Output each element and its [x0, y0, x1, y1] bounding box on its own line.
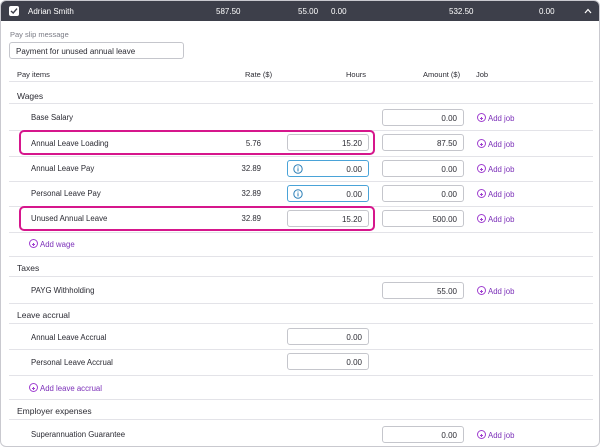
employee-gross: 587.50 — [216, 7, 241, 16]
plus-circle-icon — [477, 113, 486, 122]
amount-input-superannuation-guarantee[interactable]: 0.00 — [382, 426, 464, 443]
plus-circle-icon — [477, 139, 486, 148]
add-leave-accrual-link[interactable]: Add leave accrual — [29, 383, 102, 393]
divider — [9, 103, 593, 104]
add-job-link[interactable]: Add job — [477, 430, 514, 440]
divider — [9, 156, 593, 157]
divider — [9, 81, 593, 82]
rate-personal-leave-pay: 32.89 — [241, 189, 261, 198]
amount-input-annual-leave-loading[interactable]: 87.50 — [382, 134, 464, 151]
employee-name: Adrian Smith — [28, 7, 74, 16]
wage-label-unused-annual-leave: Unused Annual Leave — [31, 214, 108, 223]
divider — [9, 276, 593, 277]
divider — [9, 399, 593, 400]
hours-input-annual-leave-pay[interactable]: 0.00 — [287, 160, 369, 177]
payslip-message-input[interactable]: Payment for unused annual leave — [9, 42, 184, 59]
amount-input-annual-leave-pay[interactable]: 0.00 — [382, 160, 464, 177]
employee-header-row[interactable]: Adrian Smith 587.50 55.00 0.00 532.50 0.… — [1, 1, 599, 21]
expense-label-superannuation-guarantee: Superannuation Guarantee — [31, 430, 126, 439]
employee-deductions: 0.00 — [331, 7, 347, 16]
amount-input-base-salary[interactable]: 0.00 — [382, 109, 464, 126]
section-wages: Wages — [17, 91, 44, 101]
column-hours: Hours — [346, 70, 367, 79]
plus-circle-icon — [477, 286, 486, 295]
rate-annual-leave-pay: 32.89 — [241, 164, 261, 173]
hours-input-personal-leave-pay[interactable]: 0.00 — [287, 185, 369, 202]
wage-label-personal-leave-pay: Personal Leave Pay — [31, 189, 101, 198]
employee-net: 532.50 — [449, 7, 474, 16]
add-job-link[interactable]: Add job — [477, 286, 514, 296]
hours-input-annual-leave-accrual[interactable]: 0.00 — [287, 328, 369, 345]
info-icon[interactable] — [293, 164, 303, 174]
divider — [9, 256, 593, 257]
payslip-message-value: Payment for unused annual leave — [16, 47, 136, 56]
plus-circle-icon — [477, 430, 486, 439]
section-taxes: Taxes — [17, 263, 40, 273]
plus-circle-icon — [477, 164, 486, 173]
add-wage-link[interactable]: Add wage — [29, 239, 75, 249]
section-leave-accrual: Leave accrual — [17, 310, 70, 320]
employee-tax: 55.00 — [298, 7, 319, 16]
plus-circle-icon — [477, 214, 486, 223]
rate-unused-annual-leave: 32.89 — [241, 214, 261, 223]
divider — [9, 323, 593, 324]
plus-circle-icon — [477, 189, 486, 198]
rate-annual-leave-loading: 5.76 — [245, 139, 261, 148]
add-job-link[interactable]: Add job — [477, 164, 514, 174]
divider — [9, 349, 593, 350]
divider — [9, 181, 593, 182]
column-pay-items: Pay items — [17, 70, 50, 79]
leave-label-personal-leave-accrual: Personal Leave Accrual — [31, 358, 113, 367]
amount-input-personal-leave-pay[interactable]: 0.00 — [382, 185, 464, 202]
column-job: Job — [476, 70, 489, 79]
hours-input-annual-leave-loading[interactable]: 15.20 — [287, 134, 369, 151]
amount-input-payg-withholding[interactable]: 55.00 — [382, 282, 464, 299]
column-rate: Rate ($) — [245, 70, 273, 79]
employee-super: 0.00 — [539, 7, 555, 16]
amount-input-unused-annual-leave[interactable]: 500.00 — [382, 210, 464, 227]
chevron-up-icon[interactable] — [584, 7, 592, 16]
wage-label-annual-leave-loading: Annual Leave Loading — [31, 139, 109, 148]
add-job-link[interactable]: Add job — [477, 113, 514, 123]
divider — [9, 375, 593, 376]
divider — [9, 232, 593, 233]
plus-circle-icon — [29, 383, 38, 392]
checkbox-checked-icon[interactable] — [9, 6, 19, 16]
column-amount: Amount ($) — [423, 70, 461, 79]
info-icon[interactable] — [293, 189, 303, 199]
section-employer-expenses: Employer expenses — [17, 406, 92, 416]
divider — [9, 419, 593, 420]
tax-label-payg-withholding: PAYG Withholding — [31, 286, 95, 295]
leave-label-annual-leave-accrual: Annual Leave Accrual — [31, 333, 107, 342]
pay-run-employee-panel: Adrian Smith 587.50 55.00 0.00 532.50 0.… — [0, 0, 600, 447]
plus-circle-icon — [29, 239, 38, 248]
divider — [9, 303, 593, 304]
hours-input-unused-annual-leave[interactable]: 15.20 — [287, 210, 369, 227]
hours-input-personal-leave-accrual[interactable]: 0.00 — [287, 353, 369, 370]
add-job-link[interactable]: Add job — [477, 139, 514, 149]
add-job-link[interactable]: Add job — [477, 214, 514, 224]
payslip-message-label: Pay slip message — [10, 30, 69, 39]
wage-label-base-salary: Base Salary — [31, 113, 74, 122]
wage-label-annual-leave-pay: Annual Leave Pay — [31, 164, 95, 173]
add-job-link[interactable]: Add job — [477, 189, 514, 199]
